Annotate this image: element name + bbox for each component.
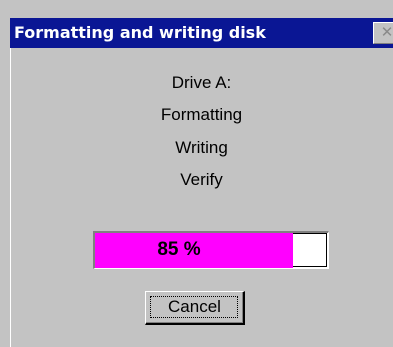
step-writing: Writing <box>175 138 228 157</box>
title-bar[interactable]: Formatting and writing disk ✕ <box>10 18 393 48</box>
progress-bar: 85 % <box>93 231 329 269</box>
step-formatting: Formatting <box>160 105 243 124</box>
cancel-button-label: Cancel <box>168 297 221 316</box>
drive-label: Drive A: <box>171 73 232 92</box>
window-title: Formatting and writing disk <box>14 23 266 42</box>
progress-percent: 85 % <box>157 239 201 260</box>
close-icon: ✕ <box>380 23 393 41</box>
dialog-window: Formatting and writing disk ✕ Drive A: F… <box>0 0 393 347</box>
step-verify: Verify <box>180 170 223 189</box>
close-button[interactable]: ✕ <box>373 22 393 44</box>
cancel-button[interactable]: Cancel <box>145 291 245 325</box>
